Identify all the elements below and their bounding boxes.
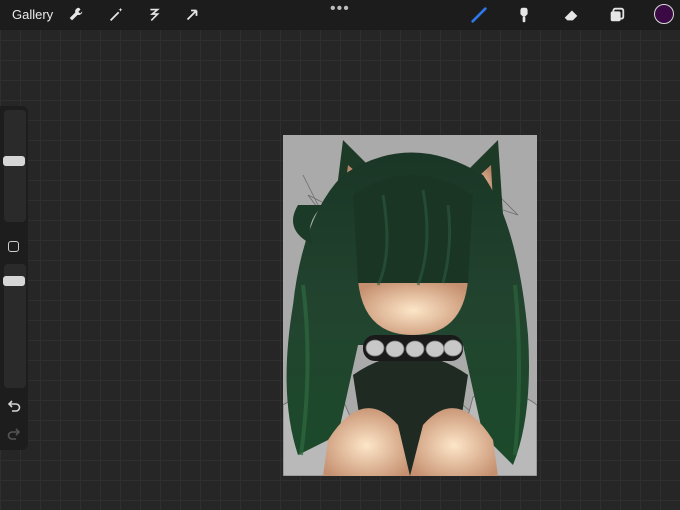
brush-size-thumb[interactable] xyxy=(3,156,25,166)
drawing-canvas[interactable] xyxy=(283,135,537,476)
brush-size-slider[interactable] xyxy=(3,110,26,222)
opacity-slider[interactable] xyxy=(3,264,26,388)
color-picker-button[interactable] xyxy=(654,4,674,24)
selection-icon[interactable] xyxy=(143,4,165,26)
wrench-icon[interactable] xyxy=(65,4,87,26)
brush-icon[interactable] xyxy=(468,4,490,26)
more-options-icon[interactable]: ••• xyxy=(330,0,350,18)
transform-icon[interactable] xyxy=(181,4,203,26)
redo-icon[interactable] xyxy=(6,426,22,442)
undo-icon[interactable] xyxy=(6,398,22,414)
smudge-icon[interactable] xyxy=(513,4,535,26)
opacity-thumb[interactable] xyxy=(3,276,25,286)
artwork xyxy=(283,135,537,476)
sidebar xyxy=(0,106,28,450)
magic-wand-icon[interactable] xyxy=(105,4,127,26)
modifier-button[interactable] xyxy=(8,241,19,252)
layers-icon[interactable] xyxy=(606,4,628,26)
gallery-button[interactable]: Gallery xyxy=(12,7,53,22)
top-toolbar: Gallery ••• xyxy=(0,0,680,30)
eraser-icon[interactable] xyxy=(560,4,582,26)
